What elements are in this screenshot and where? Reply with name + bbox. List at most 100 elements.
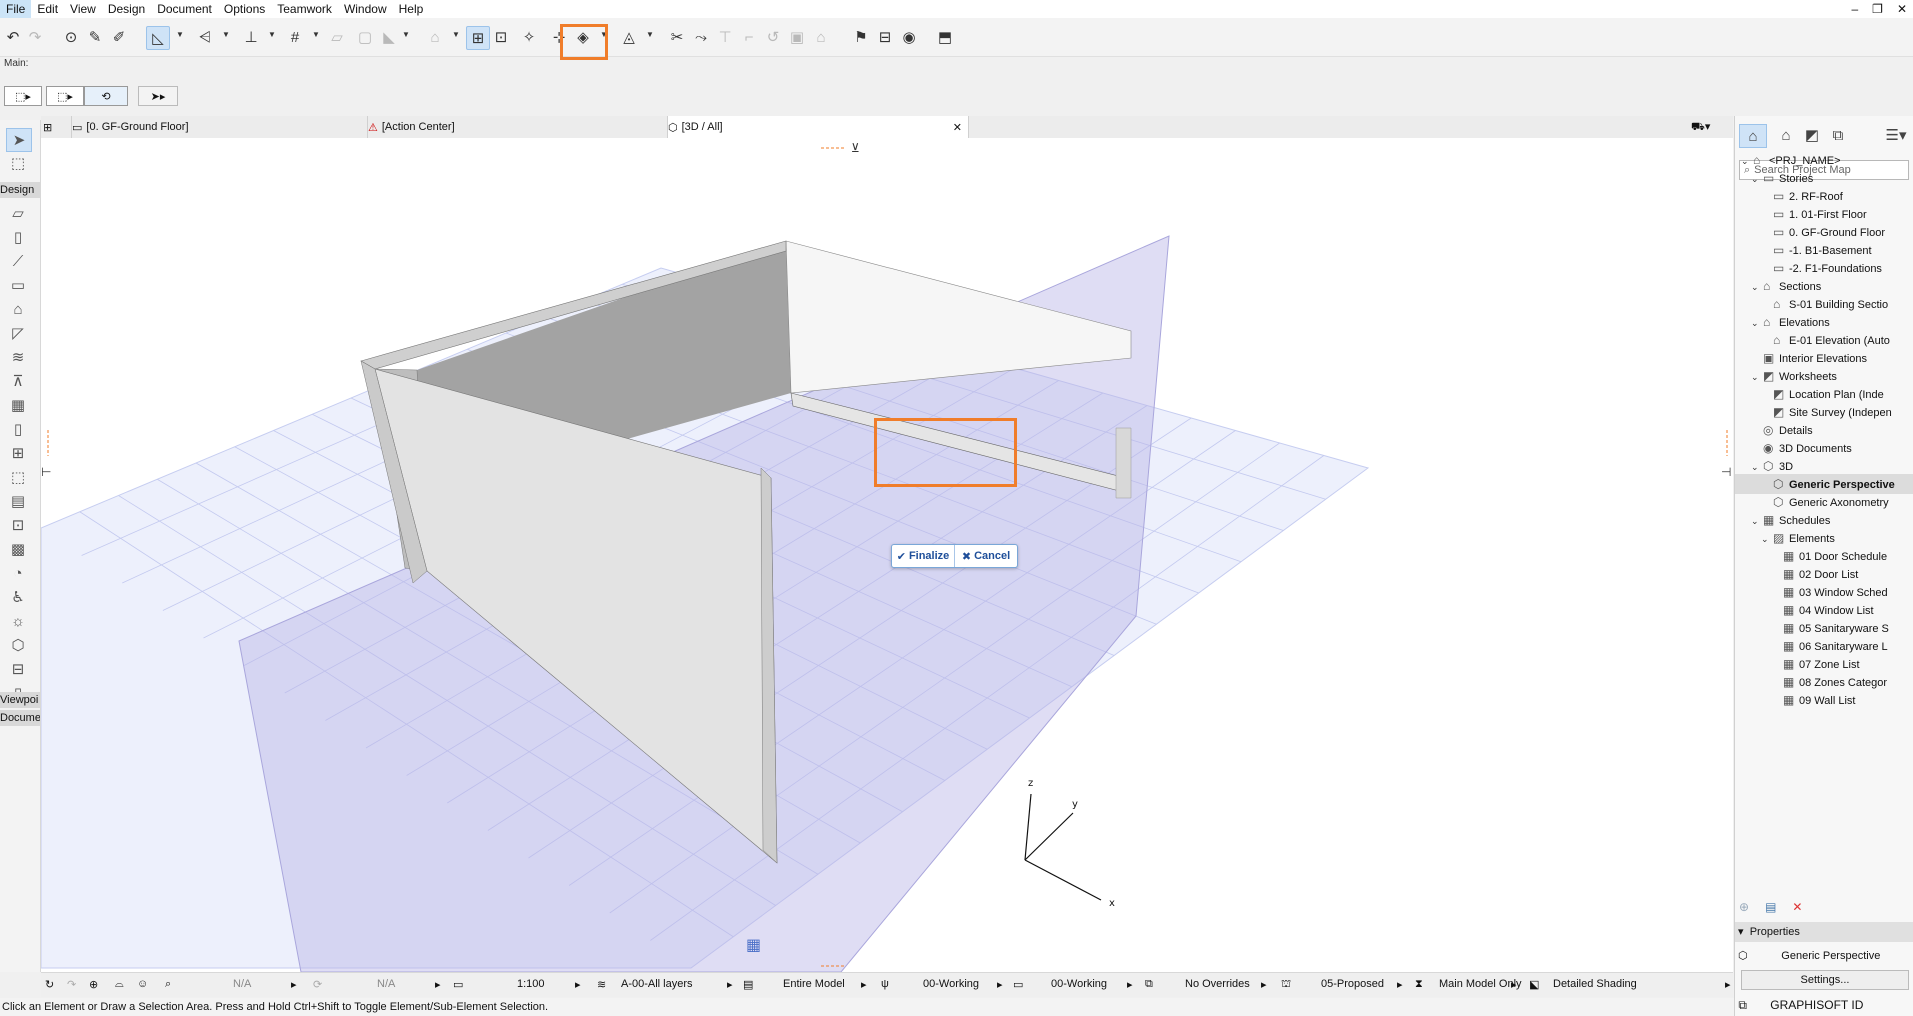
chevron-down-icon[interactable]: ▼ (176, 30, 184, 39)
arrow-tool-icon[interactable]: ➤ (6, 128, 32, 152)
stair-tool-icon[interactable]: ≋ (6, 346, 30, 368)
shape-icon[interactable]: ◬ (618, 26, 640, 48)
renovation-filter[interactable]: 05-Proposed (1321, 978, 1384, 990)
angle-icon[interactable]: ⟳ (313, 978, 322, 991)
arrow-tool-icon[interactable]: ➤▸ (138, 86, 178, 106)
marquee-tool-icon[interactable]: ⬚ (6, 152, 30, 174)
undo-icon[interactable]: ↶ (2, 26, 24, 48)
flag-icon[interactable]: ⚑ (850, 26, 872, 48)
chevron-down-icon[interactable]: ▼ (222, 30, 230, 39)
adjust-icon[interactable]: ⤳ (690, 26, 712, 48)
section-marker-top[interactable]: ⊻ (821, 141, 860, 155)
project-map-item[interactable]: ⌄ ▭ Stories (1735, 168, 1913, 188)
zoom-icon[interactable]: ⊕ (89, 978, 98, 991)
layout-book-icon[interactable]: ◩ (1799, 124, 1825, 146)
project-map-item[interactable]: ◩ Location Plan (Inde (1735, 384, 1913, 404)
grid-snap-icon[interactable]: # (284, 26, 306, 48)
lock-icon[interactable]: ⌂ (424, 26, 446, 48)
skylight-tool-icon[interactable]: ⬚ (6, 466, 30, 488)
lamp-tool-icon[interactable]: ☼ (6, 610, 30, 632)
tab-action-center[interactable]: ⚠ [Action Center] (367, 116, 698, 138)
zone-tool-icon[interactable]: ⊡ (6, 514, 30, 536)
view-map-icon[interactable]: ⌂ (1773, 124, 1799, 146)
menu-options[interactable]: Options (218, 0, 271, 18)
project-map-item[interactable]: ⌄ ⌂ Elevations (1735, 312, 1913, 332)
3d-scene[interactable]: ⊻ ⊢ ⊣ z y x ▦ (41, 138, 1733, 972)
menu-design[interactable]: Design (102, 0, 151, 18)
pointer-icon[interactable]: ◣ (378, 26, 400, 48)
chevron-down-icon[interactable]: ▼ (646, 30, 654, 39)
beam-tool-icon[interactable]: ⟋ (6, 250, 30, 272)
pen-set-1[interactable]: 00-Working (923, 978, 979, 990)
delete-icon[interactable]: ✕ (1792, 900, 1802, 914)
teamwork-icon[interactable]: ⬒ (934, 26, 956, 48)
structure-display[interactable]: Main Model Only (1439, 978, 1522, 990)
chevron-right-icon[interactable]: ▸ (575, 978, 581, 991)
section-marker-right[interactable]: ⊣ (1721, 430, 1731, 479)
curtain-wall-tool-icon[interactable]: ▦ (6, 394, 30, 416)
project-map-item[interactable]: ⌄ ⌂ <PRJ_NAME> (1735, 150, 1913, 170)
chevron-down-icon[interactable]: ▼ (268, 30, 276, 39)
railing-tool-icon[interactable]: ⊼ (6, 370, 30, 392)
project-map-item[interactable]: ▭ 2. RF-Roof (1735, 186, 1913, 206)
finalize-button[interactable]: ✔ Finalize (892, 545, 954, 567)
trim-icon[interactable]: ⊤ (714, 26, 736, 48)
tab-ground-floor[interactable]: ▭ [0. GF-Ground Floor] (71, 116, 402, 138)
cancel-button[interactable]: ✖ Cancel (955, 545, 1017, 567)
project-map-item[interactable]: ⌂ S-01 Building Sectio (1735, 294, 1913, 314)
3d-object-tool-icon[interactable]: ⬡ (6, 634, 30, 656)
view-settings-icon[interactable]: ▤ (1765, 900, 1776, 914)
minimize-icon[interactable]: – (1851, 0, 1858, 18)
menu-view[interactable]: View (64, 0, 102, 18)
eyedropper-icon[interactable]: ✎ (84, 26, 106, 48)
chevron-right-icon[interactable]: ▸ (727, 978, 733, 991)
menu-file[interactable]: File (0, 0, 32, 18)
mesh-tool-icon[interactable]: ▩ (6, 538, 30, 560)
section-marker-left[interactable]: ⊢ (41, 430, 51, 479)
project-map-item[interactable]: ◉ 3D Documents (1735, 438, 1913, 458)
dashed-selection-icon[interactable]: ⬚▸ (4, 86, 42, 106)
properties-header[interactable]: ▾ Properties (1735, 922, 1913, 942)
syringe-icon[interactable]: ✐ (108, 26, 130, 48)
layer-combo-icon[interactable]: ▢ (354, 26, 376, 48)
chevron-right-icon[interactable]: ▸ (1511, 978, 1517, 991)
scale-value[interactable]: 1:100 (517, 978, 545, 990)
chevron-right-icon[interactable]: ▸ (1397, 978, 1403, 991)
project-map-item[interactable]: ▦ 03 Window Sched (1735, 582, 1913, 602)
marquee-icon[interactable]: ⬚▸ (46, 86, 84, 106)
menu-document[interactable]: Document (151, 0, 218, 18)
shell-tool-icon[interactable]: ◸ (6, 322, 30, 344)
offset-icon[interactable]: ↺ (762, 26, 784, 48)
zoom-fit-icon[interactable]: ⌕ (165, 978, 171, 991)
window-tool-icon[interactable]: ⊞ (6, 442, 30, 464)
roof-tool-icon[interactable]: ⌂ (6, 298, 30, 320)
chevron-down-icon[interactable]: ▼ (312, 30, 320, 39)
add-icon[interactable]: ⊕ (1739, 900, 1749, 914)
gravity-icon[interactable]: ⊥ (240, 26, 262, 48)
suspend-groups-icon[interactable]: ⊞ (466, 26, 490, 50)
split-icon[interactable]: ✂ (666, 26, 688, 48)
project-map-item[interactable]: ⌄ ⌂ Sections (1735, 276, 1913, 296)
chevron-right-icon[interactable]: ▸ (1261, 978, 1267, 991)
project-map-item[interactable]: ▦ 06 Sanitaryware L (1735, 636, 1913, 656)
roof-icon[interactable]: ⌂ (810, 26, 832, 48)
toolbox-group-1[interactable]: Viewpoi (0, 692, 40, 708)
project-map-item[interactable]: ▦ 07 Zone List (1735, 654, 1913, 674)
project-map-item[interactable]: ⬡ Generic Perspective (1735, 474, 1913, 494)
3d-style[interactable]: Detailed Shading (1553, 978, 1637, 990)
project-map-item[interactable]: ▦ 02 Door List (1735, 564, 1913, 584)
model-view-options[interactable]: Entire Model (783, 978, 845, 990)
magic-wand-icon[interactable]: ✧ (518, 26, 540, 48)
project-map-item[interactable]: ⬡ Generic Axonometry (1735, 492, 1913, 512)
project-map-item[interactable]: ▦ 05 Sanitaryware S (1735, 618, 1913, 638)
rotate-marquee-icon[interactable]: ⟲ (84, 86, 128, 106)
morph-tool-icon[interactable]: ◔ (6, 562, 30, 584)
explode-icon[interactable]: ▣ (786, 26, 808, 48)
dimension-icon[interactable]: ⊡ (490, 26, 512, 48)
project-map-item[interactable]: ▦ 04 Window List (1735, 600, 1913, 620)
redo-icon[interactable]: ↷ (24, 26, 46, 48)
project-map-item[interactable]: ▭ -1. B1-Basement (1735, 240, 1913, 260)
walk-icon[interactable]: ☺ (137, 978, 148, 990)
redo-view-icon[interactable]: ↷ (67, 978, 76, 991)
project-map-item[interactable]: ▦ 08 Zones Categor (1735, 672, 1913, 692)
